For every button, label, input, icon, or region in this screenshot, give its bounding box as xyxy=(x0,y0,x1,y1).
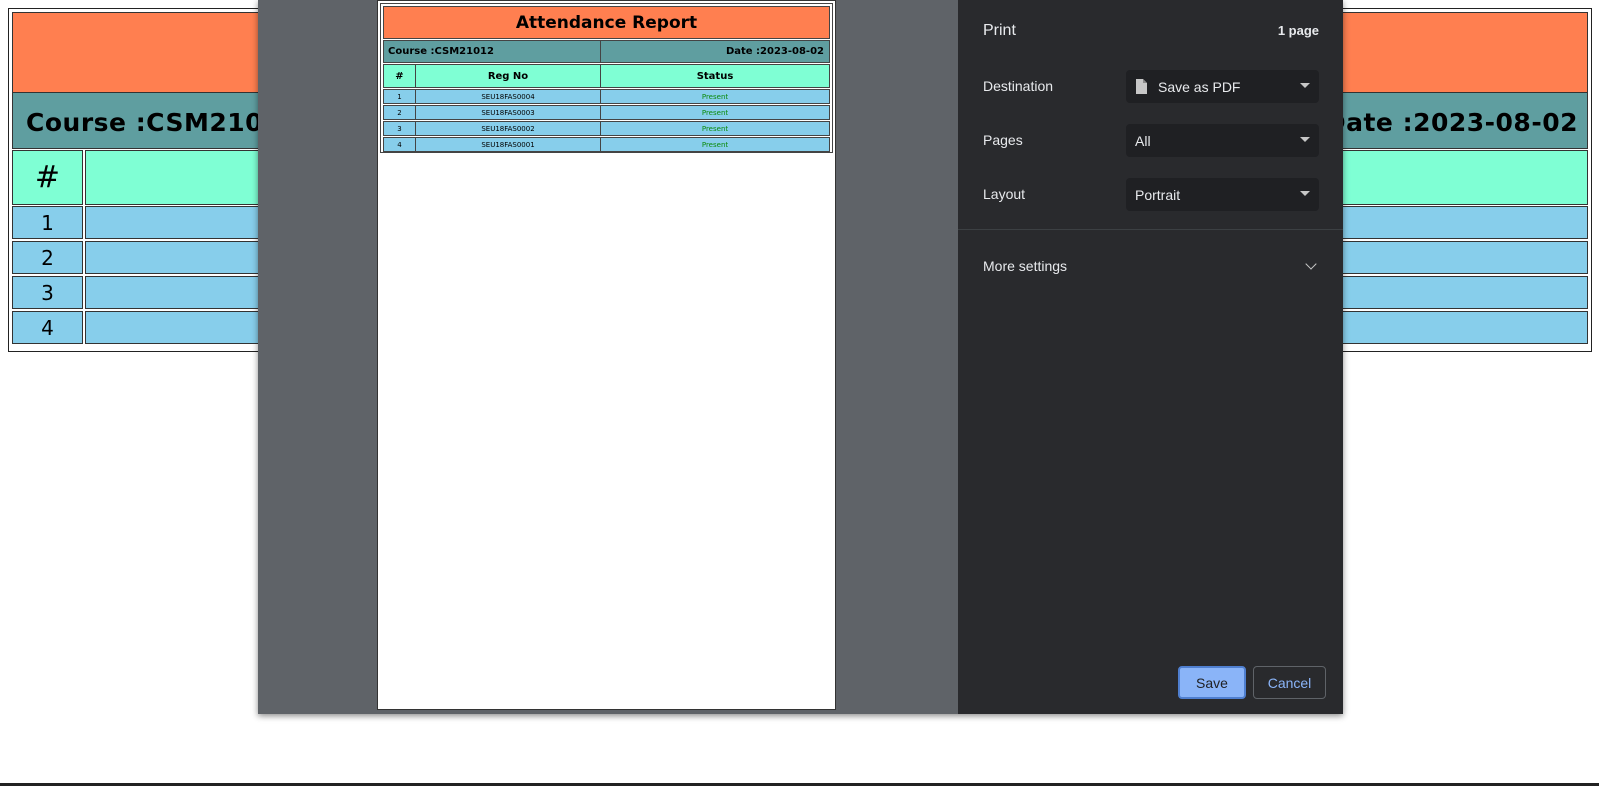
chevron-down-icon xyxy=(1300,137,1310,142)
background-row-number: 3 xyxy=(12,276,83,309)
chevron-down-icon xyxy=(1300,191,1310,196)
preview-cell-status: Present xyxy=(600,137,830,152)
preview-cell-number: 2 xyxy=(383,105,416,120)
preview-page: Attendance Report Course :CSM21012 Date … xyxy=(377,0,836,710)
preview-cell-reg-no: SEU18FAS0003 xyxy=(415,105,601,120)
preview-header-number: # xyxy=(383,64,416,88)
preview-cell-number: 4 xyxy=(383,137,416,152)
background-hash-header: # xyxy=(12,150,83,205)
preview-report-title: Attendance Report xyxy=(383,6,830,39)
preview-cell-status: Present xyxy=(600,121,830,136)
background-row-number: 1 xyxy=(12,206,83,239)
chevron-down-icon xyxy=(1300,83,1310,88)
layout-label: Layout xyxy=(983,186,1026,202)
save-button[interactable]: Save xyxy=(1178,666,1246,699)
layout-select[interactable]: Portrait xyxy=(1126,178,1319,211)
cancel-button[interactable]: Cancel xyxy=(1253,666,1326,699)
pages-select[interactable]: All xyxy=(1126,124,1319,157)
preview-header-status: Status xyxy=(600,64,830,88)
print-title: Print xyxy=(983,22,1016,39)
destination-select[interactable]: Save as PDF xyxy=(1126,70,1319,103)
pages-label: Pages xyxy=(983,132,1023,148)
preview-cell-number: 3 xyxy=(383,121,416,136)
preview-cell-reg-no: SEU18FAS0001 xyxy=(415,137,601,152)
layout-value: Portrait xyxy=(1135,186,1181,203)
print-settings-panel: Print 1 page Destination Save as PDF Pag… xyxy=(958,0,1343,714)
background-row-number: 2 xyxy=(12,241,83,274)
preview-cell-reg-no: SEU18FAS0004 xyxy=(415,89,601,104)
preview-course-label: Course :CSM21012 xyxy=(383,40,601,63)
pages-value: All xyxy=(1135,132,1151,149)
page-count: 1 page xyxy=(1277,23,1319,38)
print-preview-area[interactable]: Attendance Report Course :CSM21012 Date … xyxy=(258,0,958,714)
settings-divider xyxy=(958,229,1343,230)
background-date-label: Date :2023-08-02 xyxy=(1324,108,1578,137)
destination-label: Destination xyxy=(983,78,1054,94)
preview-cell-status: Present xyxy=(600,105,830,120)
preview-cell-number: 1 xyxy=(383,89,416,104)
chevron-down-icon[interactable] xyxy=(1305,258,1317,270)
file-icon xyxy=(1136,79,1147,94)
preview-cell-status: Present xyxy=(600,89,830,104)
preview-header-reg-no: Reg No xyxy=(415,64,601,88)
preview-cell-reg-no: SEU18FAS0002 xyxy=(415,121,601,136)
print-dialog: Attendance Report Course :CSM21012 Date … xyxy=(258,0,1343,714)
background-row-number: 4 xyxy=(12,311,83,344)
more-settings-toggle[interactable]: More settings xyxy=(983,258,1067,274)
preview-date-label: Date :2023-08-02 xyxy=(600,40,830,63)
destination-value: Save as PDF xyxy=(1158,78,1241,95)
